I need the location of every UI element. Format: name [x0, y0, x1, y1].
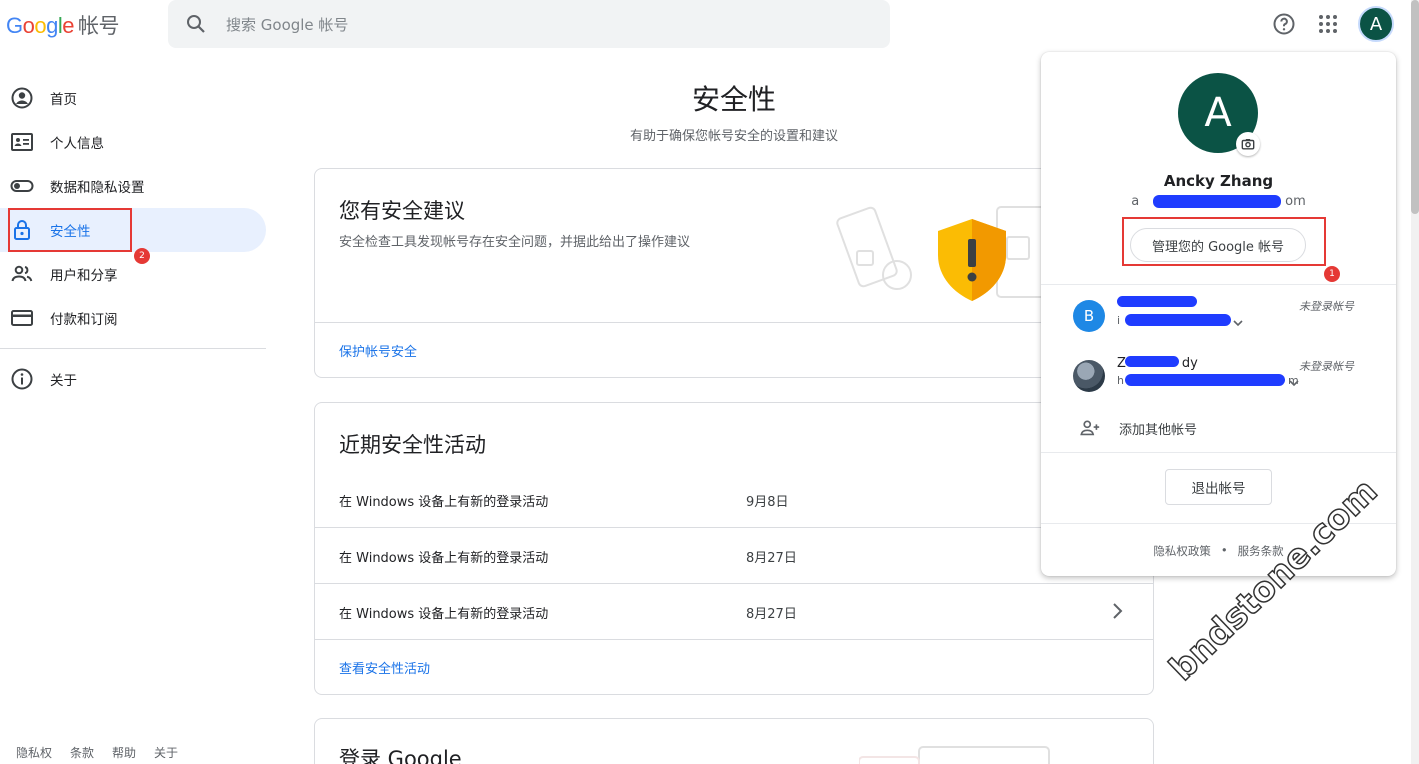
account-name-suffix: dy: [1181, 356, 1198, 371]
separator-dot: •: [1220, 543, 1228, 557]
account-status: 未登录帐号: [1299, 360, 1354, 373]
search-icon[interactable]: [184, 12, 208, 36]
people-icon: [11, 265, 33, 282]
redaction-mark: [1125, 374, 1285, 386]
card-title: 近期安全性活动: [339, 433, 486, 457]
sidebar-item-payments[interactable]: 付款和订阅: [0, 296, 266, 340]
email-prefix: a: [1131, 194, 1140, 209]
sidebar-item-label: 个人信息: [50, 136, 104, 152]
account-status: 未登录帐号: [1299, 300, 1354, 313]
chevron-right-icon[interactable]: [1107, 601, 1127, 621]
account-email-prefix: h: [1117, 374, 1124, 387]
step-badge-1: 1: [1324, 266, 1340, 282]
help-icon[interactable]: [1272, 12, 1296, 36]
search-bar[interactable]: 搜索 Google 帐号: [168, 0, 890, 48]
sidebar-item-about[interactable]: 关于: [0, 357, 266, 401]
highlight-box-security: [8, 208, 132, 252]
sidebar-divider: [0, 348, 266, 349]
list-item[interactable]: 在 Windows 设备上有新的登录活动 8月27日: [315, 527, 1153, 583]
sidebar-item-data-privacy[interactable]: 数据和隐私设置: [0, 164, 266, 208]
page-title: 安全性: [691, 83, 776, 116]
footer-link-terms[interactable]: 条款: [70, 744, 94, 761]
camera-icon[interactable]: [1236, 132, 1260, 156]
redaction-mark: [1153, 195, 1281, 208]
credit-card-icon: [11, 310, 33, 326]
highlight-box-manage: [1122, 217, 1326, 266]
activity-description: 在 Windows 设备上有新的登录活动: [339, 551, 549, 566]
sidebar-item-label: 付款和订阅: [50, 312, 118, 328]
sidebar-item-label: 用户和分享: [50, 268, 118, 284]
add-account-button[interactable]: 添加其他帐号: [1079, 416, 1379, 440]
account-email: i: [1117, 314, 1120, 327]
email-suffix: om: [1285, 194, 1306, 209]
card-title: 您有安全建议: [339, 199, 465, 223]
sidebar-item-label: 数据和隐私设置: [50, 180, 145, 196]
popup-divider: [1041, 284, 1396, 285]
header: Google 帐号 搜索 Google 帐号 A: [0, 0, 1419, 52]
sidebar-item-home[interactable]: 首页: [0, 76, 266, 120]
sidebar-item-label: 关于: [50, 373, 77, 389]
sidebar-item-label: 首页: [50, 92, 77, 108]
step-badge-2: 2: [134, 248, 150, 264]
view-security-activity-link[interactable]: 查看安全性活动: [339, 658, 430, 677]
protect-account-link[interactable]: 保护帐号安全: [339, 341, 417, 360]
chevron-down-icon[interactable]: [1287, 376, 1301, 390]
account-email-prefix: i: [1117, 314, 1121, 327]
info-icon: [11, 368, 33, 390]
recent-security-activity-card: 近期安全性活动 在 Windows 设备上有新的登录活动 9月8日 在 Wind…: [314, 402, 1154, 695]
list-item[interactable]: 在 Windows 设备上有新的登录活动 9月8日: [315, 471, 1153, 527]
sidebar-item-personal-info[interactable]: 个人信息: [0, 120, 266, 164]
popup-divider: [1041, 452, 1396, 453]
person-add-icon: [1080, 420, 1100, 436]
card-description: 安全检查工具发现帐号存在安全问题，并据此给出了操作建议: [339, 235, 691, 250]
card-divider: [315, 322, 1153, 323]
activity-date: 8月27日: [746, 551, 797, 566]
sidebar-footer: 隐私权 条款 帮助 关于: [16, 744, 178, 761]
privacy-policy-link[interactable]: 隐私权政策: [1153, 543, 1211, 559]
add-account-label: 添加其他帐号: [1119, 422, 1198, 438]
logo-suffix: 帐号: [78, 15, 120, 38]
other-account-avatar: B: [1073, 300, 1105, 332]
signin-illustration: [859, 746, 1050, 764]
id-card-icon: [11, 133, 33, 151]
footer-link-help[interactable]: 帮助: [112, 744, 136, 761]
list-item[interactable]: B i 未登录帐号: [1041, 288, 1396, 346]
card-title: 登录 Google: [339, 747, 462, 764]
card-divider: [315, 639, 1153, 640]
other-account-avatar-photo: [1073, 360, 1105, 392]
activity-date: 8月27日: [746, 607, 797, 622]
list-item[interactable]: Zdy hm 未登录帐号: [1041, 348, 1396, 406]
page-subtitle: 有助于确保您帐号安全的设置和建议: [629, 129, 838, 144]
signin-google-card: 登录 Google: [314, 718, 1154, 764]
account-avatar-button[interactable]: A: [1358, 6, 1394, 42]
toggle-icon: [10, 180, 34, 192]
scrollbar-thumb[interactable]: [1411, 0, 1419, 214]
sign-out-button[interactable]: 退出帐号: [1165, 469, 1272, 505]
security-recommendation-card: 您有安全建议 安全检查工具发现帐号存在安全问题，并据此给出了操作建议 保护帐号安…: [314, 168, 1154, 378]
sidebar-item-people-sharing[interactable]: 用户和分享: [0, 252, 266, 296]
apps-grid-icon[interactable]: [1316, 12, 1340, 36]
redaction-mark: [1125, 314, 1231, 326]
account-circle-icon: [11, 87, 33, 109]
footer-link-about[interactable]: 关于: [154, 744, 178, 761]
footer-link-privacy[interactable]: 隐私权: [16, 744, 52, 761]
redaction-mark: [1117, 296, 1197, 307]
activity-description: 在 Windows 设备上有新的登录活动: [339, 607, 549, 622]
popup-footer: 隐私权政策 • 服务条款: [1041, 543, 1396, 559]
activity-description: 在 Windows 设备上有新的登录活动: [339, 495, 549, 510]
search-input[interactable]: 搜索 Google 帐号: [226, 14, 348, 35]
redaction-mark: [1125, 356, 1179, 367]
profile-name: Ancky Zhang: [1163, 172, 1274, 190]
activity-date: 9月8日: [746, 495, 789, 510]
list-item[interactable]: 在 Windows 设备上有新的登录活动 8月27日: [315, 583, 1153, 639]
google-account-logo[interactable]: Google 帐号: [6, 10, 120, 40]
chevron-down-icon[interactable]: [1231, 316, 1245, 330]
